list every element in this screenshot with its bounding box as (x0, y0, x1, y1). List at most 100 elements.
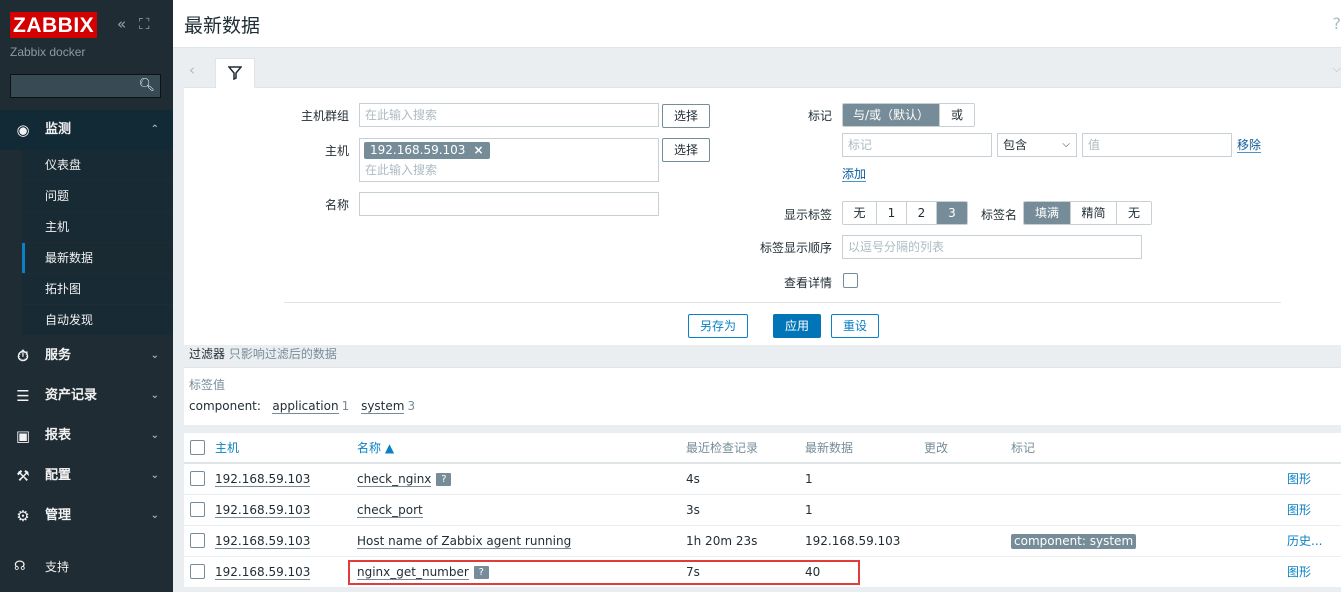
graph-link[interactable]: 图形 (1287, 557, 1311, 588)
select-all-checkbox[interactable] (190, 440, 205, 455)
filter-icon (227, 66, 243, 81)
hosts-select-button[interactable]: 选择 (662, 138, 710, 162)
last-value: 1 (805, 472, 813, 486)
nav-item-discovery[interactable]: 自动发现 (0, 305, 173, 336)
host-chip: 192.168.59.103 × (364, 142, 490, 159)
tags-andor-option[interactable]: 与/或（默认） (843, 104, 940, 126)
nav-section-configuration[interactable]: ⚒ 配置 ⌄ (0, 456, 173, 496)
chevron-down-icon: ⌄ (150, 470, 159, 481)
zabbix-logo[interactable]: ZABBIX (10, 12, 98, 38)
tags-or-option[interactable]: 或 (940, 104, 974, 126)
graph-link[interactable]: 图形 (1287, 464, 1311, 495)
nav-item-maps[interactable]: 拓扑图 (0, 274, 173, 305)
tag-values-panel: 标签值 component: application 1 system 3 (184, 367, 1341, 425)
tab-filter[interactable] (215, 58, 255, 89)
nav-section-monitoring[interactable]: ◉ 监测 ⌃ (0, 110, 173, 150)
sidebar-controls: « ⛶ (117, 15, 157, 33)
tag-name-short[interactable]: 精简 (1071, 202, 1117, 224)
row-checkbox[interactable] (190, 471, 205, 486)
tag-badge[interactable]: component: system (1011, 534, 1137, 549)
chevron-down-icon: ⌄ (150, 390, 159, 401)
name-input[interactable] (359, 192, 659, 216)
nav-item-dashboard[interactable]: 仪表盘 (0, 150, 173, 181)
row-checkbox[interactable] (190, 564, 205, 579)
clock-icon: ⏱︎ (17, 347, 29, 365)
column-name[interactable]: 名称 ▲ (357, 433, 394, 464)
row-checkbox[interactable] (190, 533, 205, 548)
filter-note-text: 只影响过滤后的数据 (228, 347, 337, 361)
row-checkbox[interactable] (190, 502, 205, 517)
nav-section-inventory[interactable]: ☰ 资产记录 ⌄ (0, 376, 173, 416)
page-header: 最新数据 ? (173, 0, 1341, 48)
remove-tag-link[interactable]: 移除 (1237, 138, 1262, 153)
help-icon[interactable]: ? (1333, 14, 1341, 33)
kiosk-mode-icon[interactable]: ⛶ (139, 15, 150, 33)
chevron-down-icon: ⌄ (150, 350, 159, 361)
show-details-checkbox[interactable] (843, 273, 858, 288)
last-value: 1 (805, 503, 813, 517)
main-content: 最新数据 ? ‹ ⌵ 主机群组 在此输入搜索 选择 主机 192.168.59.… (173, 0, 1341, 592)
nav-section-label: 管理 (45, 508, 72, 523)
last-check: 3s (686, 503, 700, 517)
nav-section-services[interactable]: ⏱︎ 服务 ⌄ (0, 336, 173, 376)
collapse-sidebar-icon[interactable]: « (117, 15, 126, 33)
search-icon[interactable]: 🔍︎ (138, 78, 155, 93)
show-tags-1[interactable]: 1 (877, 202, 907, 224)
show-tags-3[interactable]: 3 (937, 202, 967, 224)
table-row: 192.168.59.103 check_port 3s 1 图形 (184, 495, 1341, 526)
help-icon[interactable]: ? (436, 473, 452, 486)
tag-name-input[interactable]: 标记 (842, 133, 992, 157)
nav-section-label: 服务 (45, 348, 72, 363)
chevron-left-icon[interactable]: ‹ (189, 61, 195, 79)
host-groups-input[interactable]: 在此输入搜索 (359, 103, 659, 127)
table-header: 主机 名称 ▲ 最近检查记录 最新数据 更改 标记 (184, 433, 1341, 464)
tag-name-full[interactable]: 填满 (1024, 202, 1071, 224)
tag-order-input[interactable]: 以逗号分隔的列表 (842, 235, 1142, 259)
chevron-down-icon: ⌄ (150, 430, 159, 441)
save-as-button[interactable]: 另存为 (688, 314, 748, 338)
remove-chip-icon[interactable]: × (473, 143, 483, 157)
nav-item-problems[interactable]: 问题 (0, 181, 173, 212)
host-link[interactable]: 192.168.59.103 (215, 534, 311, 549)
tags-evaltype-toggle: 与/或（默认） 或 (842, 103, 975, 127)
tag-name-toggle: 填满 精简 无 (1023, 201, 1152, 225)
graph-link[interactable]: 图形 (1287, 495, 1311, 526)
show-tags-none[interactable]: 无 (843, 202, 877, 224)
tag-operator-select[interactable]: 包含 ⌵ (997, 133, 1077, 157)
tag-value-link[interactable]: application (272, 399, 339, 414)
nav-item-hosts[interactable]: 主机 (0, 212, 173, 243)
item-name-link[interactable]: check_port (357, 503, 423, 518)
add-tag-link[interactable]: 添加 (842, 167, 867, 182)
host-chip-label: 192.168.59.103 (370, 143, 466, 157)
chevron-down-icon[interactable]: ⌵ (1333, 62, 1341, 76)
highlight-box (348, 560, 860, 585)
host-link[interactable]: 192.168.59.103 (215, 503, 311, 518)
host-link[interactable]: 192.168.59.103 (215, 565, 311, 580)
item-name-link[interactable]: Host name of Zabbix agent running (357, 534, 572, 549)
host-groups-label: 主机群组 (300, 109, 349, 123)
column-host[interactable]: 主机 (215, 433, 239, 464)
tag-key: component: (189, 399, 261, 413)
nav-section-reports[interactable]: ▣ 报表 ⌄ (0, 416, 173, 456)
eye-icon: ◉ (16, 121, 30, 139)
apply-button[interactable]: 应用 (773, 314, 821, 338)
nav-section-administration[interactable]: ⚙ 管理 ⌄ (0, 496, 173, 536)
host-link[interactable]: 192.168.59.103 (215, 472, 311, 487)
tag-values-title: 标签值 (189, 378, 226, 392)
tag-name-none[interactable]: 无 (1117, 202, 1151, 224)
headset-icon: ☊ (14, 559, 26, 574)
nav-support[interactable]: ☊ 支持 (0, 552, 173, 582)
page-title: 最新数据 (184, 15, 261, 37)
host-groups-select-button[interactable]: 选择 (662, 104, 710, 128)
sidebar: ZABBIX « ⛶ Zabbix docker 🔍︎ ◉ 监测 ⌃ 仪表盘 问… (0, 0, 173, 592)
tag-value-link[interactable]: system (361, 399, 405, 414)
tag-value-input[interactable]: 值 (1082, 133, 1232, 157)
history-link[interactable]: 历史... (1287, 526, 1322, 557)
nav-item-latest-data[interactable]: 最新数据 (0, 243, 173, 274)
show-tags-2[interactable]: 2 (907, 202, 937, 224)
sidebar-search-input[interactable]: 🔍︎ (10, 74, 161, 98)
last-check: 4s (686, 472, 700, 486)
reset-button[interactable]: 重设 (831, 314, 879, 338)
hosts-input[interactable]: 192.168.59.103 × 在此输入搜索 (359, 138, 659, 182)
item-name-link[interactable]: check_nginx (357, 472, 432, 487)
